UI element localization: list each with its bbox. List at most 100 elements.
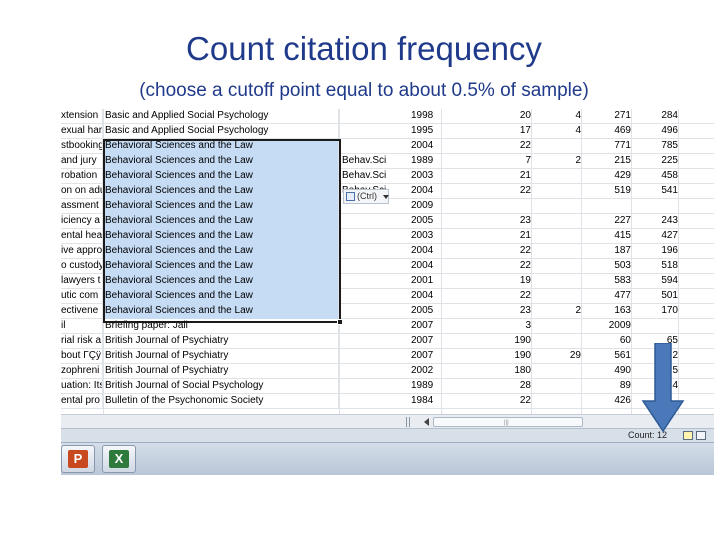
cell-title[interactable]: ental pro (61, 394, 103, 409)
cell-n2[interactable] (531, 394, 581, 409)
cell-abbr[interactable] (340, 379, 387, 394)
split-handle[interactable] (406, 417, 410, 427)
table-row[interactable]: and jury Behavioral Sciences and the Law B… (61, 154, 714, 169)
cell-journal[interactable]: Behavioral Sciences and the Law (104, 154, 339, 169)
cell-n1[interactable]: 23 (471, 304, 531, 319)
table-row[interactable]: ive appro Behavioral Sciences and the Law… (61, 244, 714, 259)
cell-abbr[interactable] (340, 289, 387, 304)
cell-year[interactable]: 2001 (411, 274, 436, 289)
cell-year[interactable]: 2004 (411, 259, 436, 274)
table-row[interactable]: stbooking Behavioral Sciences and the Law… (61, 139, 714, 154)
cell-title[interactable]: uation: Its (61, 379, 103, 394)
cell-year[interactable]: 1984 (411, 394, 436, 409)
scroll-left-icon[interactable] (424, 418, 429, 426)
cell-journal[interactable]: Behavioral Sciences and the Law (104, 259, 339, 274)
cell-n3[interactable]: 561 (581, 349, 631, 364)
cell-n1[interactable]: 17 (471, 124, 531, 139)
cell-year[interactable]: 2007 (411, 334, 436, 349)
cell-n2[interactable] (531, 169, 581, 184)
cell-n4[interactable]: 496 (631, 124, 678, 139)
cell-year[interactable]: 2004 (411, 289, 436, 304)
cell-n4[interactable]: 541 (631, 184, 678, 199)
cell-n3[interactable]: 271 (581, 109, 631, 124)
cell-journal[interactable]: Basic and Applied Social Psychology (104, 124, 339, 139)
cell-abbr[interactable] (340, 109, 387, 124)
cell-n2[interactable]: 4 (531, 109, 581, 124)
cell-n2[interactable] (531, 229, 581, 244)
cell-n1[interactable]: 22 (471, 244, 531, 259)
cell-n1[interactable]: 180 (471, 364, 531, 379)
cell-journal[interactable]: Behavioral Sciences and the Law (104, 304, 339, 319)
cell-n3[interactable]: 187 (581, 244, 631, 259)
cell-n4[interactable]: 170 (631, 304, 678, 319)
cell-abbr[interactable] (340, 259, 387, 274)
cell-n1[interactable]: 20 (471, 109, 531, 124)
cell-title[interactable]: il (61, 319, 103, 334)
table-row[interactable]: bout ΓÇÿ British Journal of Psychiatry 200… (61, 349, 714, 364)
cell-abbr[interactable] (340, 319, 387, 334)
cell-abbr[interactable] (340, 274, 387, 289)
cell-n1[interactable]: 22 (471, 139, 531, 154)
cell-n3[interactable]: 519 (581, 184, 631, 199)
cell-title[interactable]: bout ΓÇÿ (61, 349, 103, 364)
cell-n3[interactable]: 163 (581, 304, 631, 319)
cell-journal[interactable]: Behavioral Sciences and the Law (104, 289, 339, 304)
cell-n2[interactable] (531, 289, 581, 304)
cell-title[interactable]: xtension (61, 109, 103, 124)
cell-title[interactable]: robation (61, 169, 103, 184)
cell-abbr[interactable] (340, 334, 387, 349)
cell-journal[interactable]: Behavioral Sciences and the Law (104, 229, 339, 244)
cell-year[interactable]: 1989 (411, 154, 436, 169)
table-row[interactable]: zophreni British Journal of Psychiatry 200… (61, 364, 714, 379)
cell-year[interactable]: 1995 (411, 124, 436, 139)
table-row[interactable]: o custody Behavioral Sciences and the Law… (61, 259, 714, 274)
cell-title[interactable]: ectivene (61, 304, 103, 319)
cell-n1[interactable]: 22 (471, 394, 531, 409)
cell-n1[interactable] (471, 199, 531, 214)
cell-journal[interactable]: Behavioral Sciences and the Law (104, 214, 339, 229)
cell-journal[interactable]: British Journal of Psychiatry (104, 334, 339, 349)
table-row[interactable]: il Briefing paper: Jail 2007 3 2009 (61, 319, 714, 334)
cell-n1[interactable]: 22 (471, 289, 531, 304)
cell-title[interactable]: and jury (61, 154, 103, 169)
cell-title[interactable]: lawyers t (61, 274, 103, 289)
table-row[interactable]: lawyers t Behavioral Sciences and the Law… (61, 274, 714, 289)
table-row[interactable]: xtension Basic and Applied Social Psychol… (61, 109, 714, 124)
cell-n1[interactable]: 190 (471, 334, 531, 349)
cell-year[interactable]: 2005 (411, 214, 436, 229)
cell-n3[interactable]: 227 (581, 214, 631, 229)
cell-n3[interactable]: 469 (581, 124, 631, 139)
cell-n2[interactable] (531, 139, 581, 154)
cell-year[interactable]: 2009 (411, 199, 436, 214)
table-row[interactable]: ectivene Behavioral Sciences and the Law 2… (61, 304, 714, 319)
cell-n4[interactable]: 427 (631, 229, 678, 244)
table-row[interactable]: exual har Basic and Applied Social Psycho… (61, 124, 714, 139)
cell-n2[interactable]: 29 (531, 349, 581, 364)
cell-n3[interactable]: 583 (581, 274, 631, 289)
cell-journal[interactable]: Behavioral Sciences and the Law (104, 274, 339, 289)
cell-n4[interactable]: 243 (631, 214, 678, 229)
cell-journal[interactable]: Behavioral Sciences and the Law (104, 199, 339, 214)
cell-n1[interactable]: 19 (471, 274, 531, 289)
cell-journal[interactable]: Bulletin of the Psychonomic Society (104, 394, 339, 409)
cell-n3[interactable]: 429 (581, 169, 631, 184)
cell-year[interactable]: 2005 (411, 304, 436, 319)
cell-year[interactable]: 2003 (411, 229, 436, 244)
cell-journal[interactable]: British Journal of Psychiatry (104, 364, 339, 379)
cell-n3[interactable]: 415 (581, 229, 631, 244)
cell-journal[interactable]: Briefing paper: Jail (104, 319, 339, 334)
taskbar-powerpoint-button[interactable]: P (61, 445, 95, 473)
cell-n2[interactable] (531, 184, 581, 199)
cell-journal[interactable]: Behavioral Sciences and the Law (104, 139, 339, 154)
cell-n1[interactable]: 21 (471, 169, 531, 184)
cell-n3[interactable]: 490 (581, 364, 631, 379)
cell-n1[interactable]: 3 (471, 319, 531, 334)
cell-n1[interactable]: 190 (471, 349, 531, 364)
cell-title[interactable]: exual har (61, 124, 103, 139)
cell-n2[interactable]: 2 (531, 304, 581, 319)
cell-n4[interactable] (631, 319, 678, 334)
cell-year[interactable]: 2003 (411, 169, 436, 184)
cell-year[interactable]: 2002 (411, 364, 436, 379)
cell-abbr[interactable] (340, 244, 387, 259)
cell-title[interactable]: assment (61, 199, 103, 214)
